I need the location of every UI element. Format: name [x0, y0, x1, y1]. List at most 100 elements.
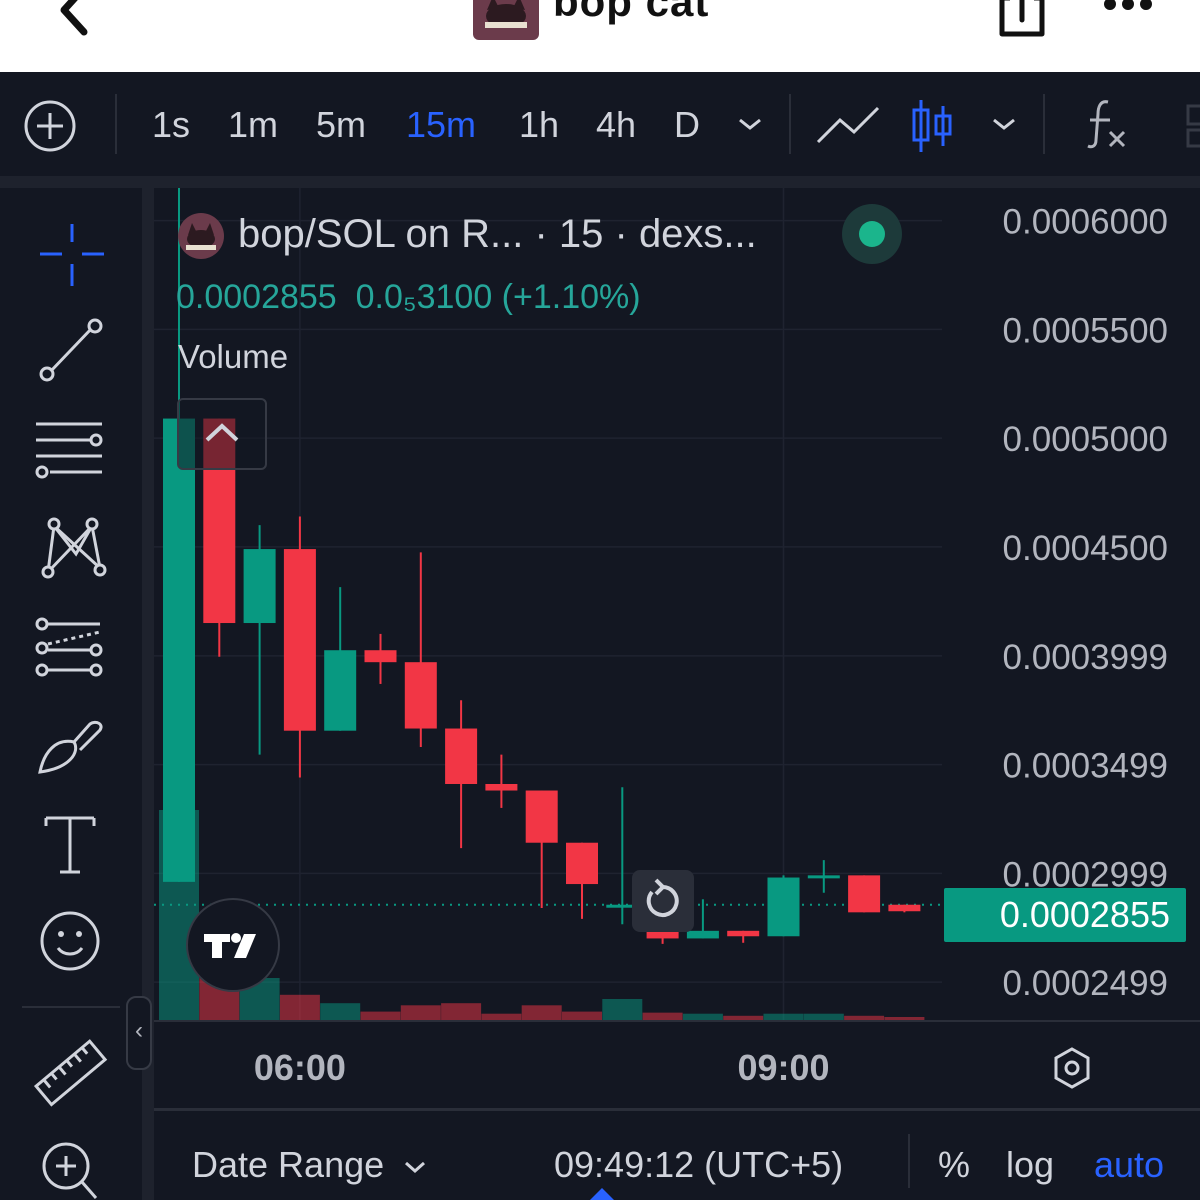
- chart-canvas[interactable]: 0.0006000 0.0005500 0.0005000 0.0004500 0.00…: [154, 188, 1200, 1108]
- crosshair-icon: [40, 224, 104, 286]
- more-button[interactable]: [1098, 0, 1158, 24]
- candle-body: [445, 728, 478, 784]
- candle-body: [324, 650, 357, 731]
- trend-line-tool[interactable]: [30, 314, 114, 388]
- brush-tool[interactable]: [30, 708, 114, 782]
- page-title: bop cat: [553, 0, 710, 25]
- chart-toolbar: 1s 1m 5m 15m 1h 4h D: [0, 72, 1200, 176]
- candle-body: [243, 549, 276, 624]
- volume-label[interactable]: Volume: [178, 338, 288, 376]
- share-icon: [999, 0, 1045, 37]
- timeframe-4h[interactable]: 4h: [596, 104, 636, 146]
- candle-body: [485, 783, 518, 791]
- volume-bar: [562, 1011, 602, 1020]
- toolbar-bottom-border: [0, 176, 1200, 188]
- candle-body: [727, 930, 760, 937]
- app: bop cat 1s 1m 5m 15m 1h 4h D ‹ 0.0006000…: [0, 0, 1200, 1200]
- candle-body: [283, 549, 316, 731]
- status-dot: [859, 221, 885, 247]
- drawing-toolbar: [0, 188, 142, 1200]
- timeframe-5m[interactable]: 5m: [316, 104, 366, 146]
- reset-chart-button[interactable]: [632, 870, 694, 932]
- ruler-tool[interactable]: [30, 1036, 114, 1110]
- market-status[interactable]: [842, 204, 902, 264]
- volume-bar: [521, 1005, 562, 1020]
- candle-body: [525, 790, 558, 843]
- header: bop cat: [0, 0, 1200, 72]
- candle-body: [888, 904, 921, 912]
- current-price-label: 0.0002855: [944, 888, 1186, 942]
- candle-body: [566, 842, 598, 885]
- price-tick-label: 0.0006000: [1003, 203, 1168, 242]
- chevron-down-icon: [405, 1161, 426, 1174]
- zoom-tool[interactable]: [30, 1132, 114, 1200]
- volume-bar: [602, 999, 643, 1020]
- time-axis: 06:00 09:00: [254, 1047, 830, 1088]
- percent-scale-button[interactable]: %: [938, 1144, 970, 1186]
- tradingview-logo[interactable]: [186, 898, 280, 992]
- candle-body: [364, 650, 397, 663]
- candle-body: [404, 662, 437, 729]
- price-tick-label: 0.0003999: [1003, 638, 1168, 677]
- forecast-tool[interactable]: [30, 610, 114, 684]
- legend-price: 0.0002855: [176, 278, 337, 316]
- bottom-bar-border: [154, 1108, 1200, 1111]
- candle-body: [848, 875, 881, 913]
- trend-line-icon: [39, 318, 103, 382]
- timeframe-1m[interactable]: 1m: [228, 104, 278, 146]
- pattern-icon: [41, 517, 107, 579]
- collapse-toolbar-button[interactable]: ‹: [126, 996, 152, 1070]
- cat-icon: [186, 223, 216, 250]
- time-tick-label: 09:00: [737, 1047, 829, 1088]
- refresh-icon: [646, 878, 679, 917]
- toolbar-divider: [1043, 94, 1045, 154]
- cat-icon: [485, 0, 527, 28]
- collapse-legend-button[interactable]: [177, 398, 267, 470]
- candle-body: [807, 875, 840, 879]
- range-marker-icon: [590, 1188, 614, 1200]
- add-icon[interactable]: [22, 98, 78, 154]
- bottom-bar-divider: [908, 1134, 910, 1188]
- price-tick-label: 0.0003499: [1003, 747, 1168, 786]
- emoji-icon: [40, 911, 100, 971]
- volume-bar: [360, 1011, 401, 1020]
- chevron-down-icon[interactable]: [736, 114, 764, 134]
- chart-area[interactable]: 0.0006000 0.0005500 0.0005000 0.0004500 0.00…: [154, 188, 1200, 1200]
- price-tick-label: 0.0005000: [1003, 420, 1168, 459]
- volume-bar: [400, 1005, 441, 1020]
- auto-scale-button[interactable]: auto: [1094, 1144, 1164, 1186]
- time-tick-label: 06:00: [254, 1047, 346, 1088]
- crosshair-tool[interactable]: [30, 218, 114, 292]
- indicators-icon[interactable]: [1082, 96, 1130, 152]
- volume-bar: [279, 994, 320, 1020]
- timeframe-15m[interactable]: 15m: [406, 104, 476, 146]
- back-button[interactable]: [48, 0, 108, 40]
- chart-settings-button[interactable]: [1052, 1046, 1092, 1090]
- horizontal-lines-tool[interactable]: [30, 412, 114, 486]
- chevron-down-icon[interactable]: [990, 114, 1018, 134]
- text-tool[interactable]: [30, 808, 114, 882]
- volume-bar: [441, 1003, 482, 1020]
- share-button[interactable]: [996, 0, 1048, 40]
- timeframe-1h[interactable]: 1h: [519, 104, 559, 146]
- candles-icon[interactable]: [910, 96, 954, 156]
- price-tick-label: 0.0005500: [1003, 311, 1168, 350]
- candle-body: [767, 877, 800, 937]
- forecast-icon: [35, 617, 103, 677]
- clock-timezone[interactable]: 09:49:12 (UTC+5): [554, 1144, 843, 1186]
- more-icon: [1104, 0, 1152, 10]
- log-scale-button[interactable]: log: [1006, 1144, 1054, 1186]
- layout-icon[interactable]: [1184, 102, 1200, 150]
- symbol-title[interactable]: bop/SOL on R... · 15 · dexs...: [238, 212, 757, 257]
- brush-icon: [38, 720, 103, 774]
- token-avatar: [473, 0, 539, 40]
- timeframe-d[interactable]: D: [674, 104, 700, 146]
- date-range-button[interactable]: Date Range: [192, 1144, 428, 1186]
- emoji-tool[interactable]: [30, 904, 114, 978]
- zoom-icon: [42, 1142, 98, 1199]
- pattern-tool[interactable]: [30, 510, 114, 584]
- toolbar-divider: [115, 94, 117, 154]
- line-chart-icon[interactable]: [814, 102, 882, 150]
- legend-change: 0.0₅3100 (+1.10%): [355, 278, 641, 316]
- timeframe-1s[interactable]: 1s: [152, 104, 190, 146]
